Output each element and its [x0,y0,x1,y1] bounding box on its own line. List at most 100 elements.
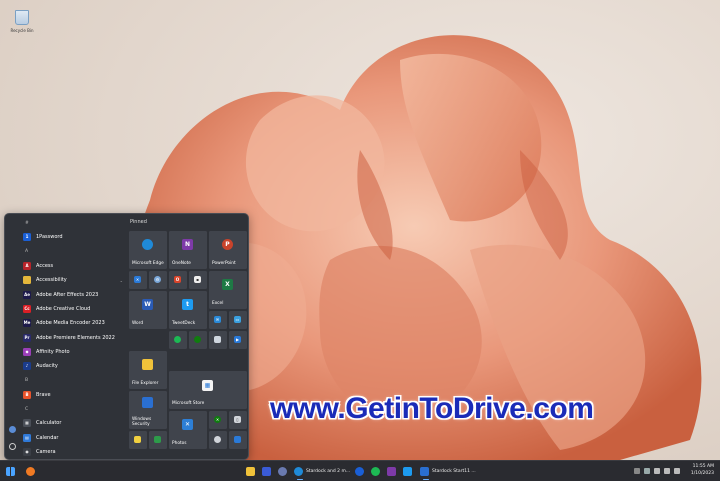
recycle-bin-label: Recycle Bin [10,28,34,33]
watermark-text: www.GetinToDrive.com [270,392,594,425]
tile-media[interactable]: ▶ [229,331,247,349]
app-list-item[interactable]: ▦ Calculator [23,416,123,430]
app-list-item-label: Access [36,263,54,270]
tile-xbox-app[interactable]: ✕ [209,411,227,429]
taskbar-app[interactable] [262,465,271,477]
battery-icon[interactable] [674,468,680,474]
taskbar-firefox[interactable] [26,465,35,477]
app-list-item[interactable]: Cc Adobe Creative Cloud [23,302,123,316]
excel-icon: X [222,279,233,290]
tile-label: Excel [212,301,224,306]
clock-date: 1/10/2023 [690,470,714,476]
tile-app[interactable]: ▪ [189,271,207,289]
start-button[interactable] [6,465,15,477]
tile-monitor[interactable]: ▭ [229,311,247,329]
gear-icon: ⚙ [154,276,161,283]
app-list-item-label: Adobe After Effects 2023 [36,291,99,298]
chevron-down-icon[interactable]: ⌄ [120,278,123,283]
tile-sticky[interactable] [129,431,147,449]
taskbar-twitter[interactable] [403,465,412,477]
tile-tweetdeck[interactable]: t TweetDeck [169,291,207,329]
app-list-item[interactable]: Pr Adobe Premiere Elements 2022 [23,330,123,344]
tile-word[interactable]: W Word [129,291,167,329]
tile-onenote[interactable]: N OneNote [169,231,207,269]
display-icon[interactable] [644,468,650,474]
app-list-item[interactable]: 1 1Password [23,230,123,244]
1password-icon: 1 [23,233,31,242]
xbox-icon [194,336,201,343]
onenote-icon: N [182,239,193,250]
xbox-icon: ✕ [214,416,221,423]
image-icon [214,336,221,343]
app-icon: ▪ [194,276,201,283]
system-clock[interactable]: 11:55 AM 1/10/2023 [691,464,714,477]
app-list-item[interactable]: Me Adobe Media Encoder 2023 [23,316,123,330]
tile-excel[interactable]: X Excel [209,271,247,309]
tile-photos[interactable]: ✕ Photos [169,411,207,449]
start11-icon [420,466,429,476]
taskbar-window-title: Stardock and 2 m... [306,468,351,474]
tile-file-explorer[interactable]: File Explorer [129,351,167,389]
tile-spotify[interactable] [169,331,187,349]
app-list-letter-header[interactable]: # [23,216,123,230]
tile-stats[interactable] [149,431,167,449]
tile-xbox[interactable] [189,331,207,349]
recycle-bin-shortcut[interactable]: Recycle Bin [8,10,36,33]
taskbar-explorer[interactable] [246,465,255,477]
tile-windows-security[interactable]: Windows Security [129,391,167,429]
chart-icon [154,436,161,443]
user-avatar-icon[interactable] [9,426,16,433]
app-list-item[interactable]: ♪ Audacity [23,359,123,373]
taskbar-start11-window[interactable]: Stardock Start11 ... [420,465,476,480]
folder-icon [23,276,31,285]
tile-mail[interactable]: ✉ [209,311,227,329]
audacity-icon: ♪ [23,362,31,371]
app-list-letter-header[interactable]: C [23,402,123,416]
tile-photos-mini[interactable] [209,331,227,349]
tile-powerpoint[interactable]: P PowerPoint [209,231,247,269]
tile-office[interactable]: O [169,271,187,289]
tile-label: Microsoft Store [172,401,205,406]
chevron-up-icon[interactable] [634,468,640,474]
device-icon: ▯ [234,416,241,423]
app-list-letter-header[interactable]: A [23,245,123,259]
app-list-item-label: Brave [36,391,51,398]
start-menu-rail [5,214,21,459]
after-effects-icon: Ae [23,290,31,299]
tile-microsoft-edge[interactable]: Microsoft Edge [129,231,167,269]
app-list-item[interactable]: B Brave [23,388,123,402]
tile-tools[interactable]: ✕ [129,271,147,289]
volume-icon[interactable] [664,468,670,474]
firefox-icon [26,466,35,476]
clock-icon [214,436,221,443]
taskbar-settings[interactable] [278,465,287,477]
tile-label: Windows Security [132,417,152,427]
app-list-item[interactable]: ◉ Camera [23,445,123,456]
app-list-item[interactable]: Accessibility ⌄ [23,273,123,287]
wifi-icon[interactable] [654,468,660,474]
app-list-item-label: 1Password [36,234,63,241]
tile-device[interactable]: ▯ [229,411,247,429]
onenote-icon [387,466,396,476]
taskbar-spotify[interactable] [371,465,380,477]
spotify-icon [174,336,181,343]
tile-clock[interactable] [209,431,227,449]
edge-icon [142,239,153,250]
taskbar-1password[interactable] [355,465,364,477]
office-icon: O [174,276,181,283]
taskbar-onenote[interactable] [387,465,396,477]
tile-store-mini[interactable] [229,431,247,449]
app-list-item[interactable]: Ae Adobe After Effects 2023 [23,287,123,301]
app-list-item[interactable]: A Access [23,259,123,273]
app-list-letter-header[interactable]: B [23,373,123,387]
app-list-item-label: Affinity Photo [36,348,70,355]
app-list-item-label: Adobe Creative Cloud [36,305,91,312]
app-list-item[interactable]: ◆ Affinity Photo [23,345,123,359]
tile-microsoft-store[interactable]: ▦ Microsoft Store [169,371,247,409]
power-icon[interactable] [9,443,16,450]
app-list-item[interactable]: ▤ Calendar [23,430,123,444]
app-list-item-label: Adobe Media Encoder 2023 [36,320,105,327]
taskbar-edge-window[interactable]: Stardock and 2 m... [294,465,351,480]
clock-time: 11:55 AM [692,464,714,469]
tile-settings[interactable]: ⚙ [149,271,167,289]
